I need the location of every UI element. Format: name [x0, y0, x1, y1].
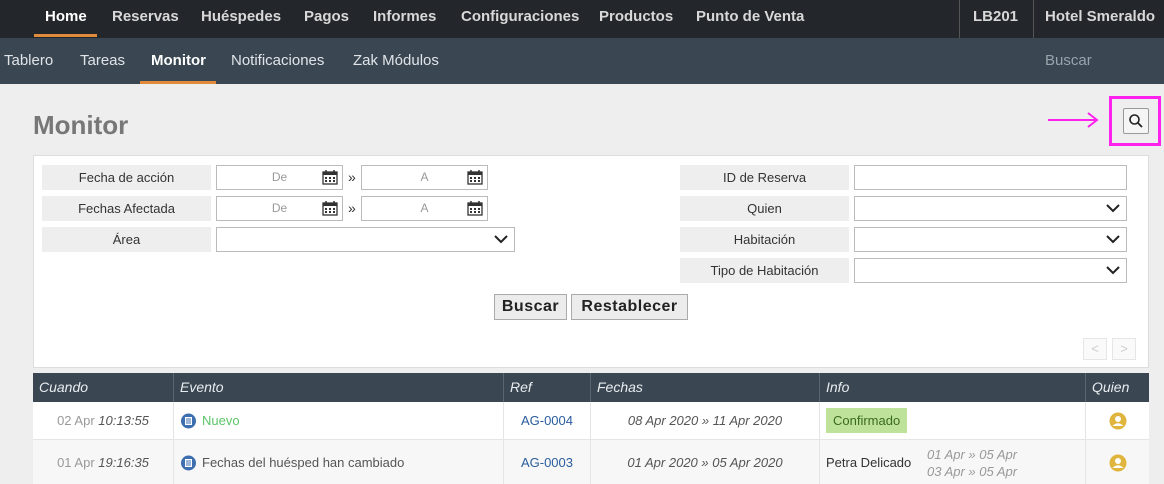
nav-informes[interactable]: Informes — [373, 0, 436, 38]
cell-quien — [1086, 440, 1149, 484]
nav-configuraciones[interactable]: Configuraciones — [461, 0, 579, 38]
info-dates-old: 01 Apr » 05 Apr — [927, 447, 1018, 462]
label-id-reserva: ID de Reserva — [680, 165, 849, 190]
th-evento[interactable]: Evento — [174, 373, 504, 402]
fechas-afectada-from-input[interactable]: De — [216, 196, 343, 221]
chevron-down-icon — [1106, 204, 1120, 213]
subnav-tablero[interactable]: Tablero — [4, 38, 53, 84]
nav-reservas[interactable]: Reservas — [112, 0, 179, 38]
label-fechas-afectada: Fechas Afectada — [42, 196, 211, 221]
event-label: Fechas del huésped han cambiado — [202, 455, 405, 470]
nav-active-underline — [34, 34, 97, 37]
placeholder-text: A — [420, 170, 429, 184]
calendar-icon[interactable] — [467, 169, 483, 185]
label-tipo-habitacion: Tipo de Habitación — [680, 258, 849, 283]
nav-separator — [959, 0, 960, 38]
th-info[interactable]: Info — [820, 373, 1086, 402]
status-badge: Confirmado — [826, 408, 908, 433]
guest-name: Petra Delicado — [826, 455, 912, 470]
th-ref[interactable]: Ref — [504, 373, 591, 402]
area-select[interactable] — [216, 227, 515, 252]
subnav-notificaciones[interactable]: Notificaciones — [231, 38, 324, 84]
document-icon — [181, 455, 196, 470]
subnav-tareas[interactable]: Tareas — [80, 38, 125, 84]
cell-cuando: 01 Apr 19:16:35 — [33, 440, 174, 484]
restablecer-button[interactable]: Restablecer — [571, 294, 688, 320]
cell-ref: AG-0003 — [504, 440, 591, 484]
range-separator: » — [348, 169, 356, 185]
fecha-accion-to-input[interactable]: A — [361, 165, 488, 190]
calendar-icon[interactable] — [322, 200, 338, 216]
top-nav: Home Reservas Huéspedes Pagos Informes C… — [0, 0, 1164, 38]
sub-nav: Tablero Tareas Monitor Notificaciones Za… — [0, 38, 1164, 84]
nav-hotel[interactable]: Hotel Smeraldo — [1045, 0, 1155, 38]
subnav-active-underline — [140, 81, 216, 84]
buscar-button[interactable]: Buscar — [494, 294, 567, 320]
event-day: 02 Apr — [57, 413, 95, 428]
next-page-button[interactable]: > — [1112, 338, 1136, 360]
label-habitacion: Habitación — [680, 227, 849, 252]
label-quien: Quien — [680, 196, 849, 221]
th-fechas[interactable]: Fechas — [591, 373, 820, 402]
fecha-accion-from-input[interactable]: De — [216, 165, 343, 190]
label-fecha-accion: Fecha de acción — [42, 165, 211, 190]
nav-room[interactable]: LB201 — [973, 0, 1018, 38]
calendar-icon[interactable] — [322, 169, 338, 185]
chevron-down-icon — [1106, 266, 1120, 275]
cell-fechas: 01 Apr 2020 » 05 Apr 2020 — [591, 440, 820, 484]
tipo-habitacion-select[interactable] — [854, 258, 1127, 283]
nav-huespedes[interactable]: Huéspedes — [201, 0, 281, 38]
global-search-input[interactable]: Buscar — [1045, 38, 1092, 84]
label-area: Área — [42, 227, 211, 252]
info-dates-new: 03 Apr » 05 Apr — [927, 464, 1018, 479]
chevron-down-icon — [1106, 235, 1120, 244]
cell-fechas: 08 Apr 2020 » 11 Apr 2020 — [591, 402, 820, 439]
prev-page-button[interactable]: < — [1083, 338, 1107, 360]
event-dates: 01 Apr 2020 » 05 Apr 2020 — [627, 455, 783, 470]
nav-punto-de-venta[interactable]: Punto de Venta — [696, 0, 804, 38]
calendar-icon[interactable] — [467, 200, 483, 216]
document-icon — [181, 413, 196, 428]
nav-pagos[interactable]: Pagos — [304, 0, 349, 38]
table-header: Cuando Evento Ref Fechas Info Quien — [33, 373, 1149, 402]
reservation-link[interactable]: AG-0003 — [521, 455, 573, 470]
event-dates: 08 Apr 2020 » 11 Apr 2020 — [627, 413, 783, 428]
nav-home[interactable]: Home — [45, 0, 87, 38]
toggle-search-button[interactable] — [1123, 108, 1149, 134]
cell-evento: Fechas del huésped han cambiado — [174, 440, 504, 484]
event-label: Nuevo — [202, 413, 240, 428]
cell-cuando: 02 Apr 10:13:55 — [33, 402, 174, 439]
user-avatar-icon[interactable] — [1109, 454, 1127, 472]
event-day: 01 Apr — [57, 455, 95, 470]
quien-select[interactable] — [854, 196, 1127, 221]
placeholder-text: De — [271, 201, 288, 215]
page-title: Monitor — [33, 110, 129, 140]
search-icon — [1129, 114, 1143, 128]
placeholder-text: De — [271, 170, 288, 184]
arrow-annotation-icon — [1048, 112, 1099, 128]
cell-info: Confirmado — [820, 402, 1086, 439]
th-cuando[interactable]: Cuando — [33, 373, 174, 402]
nav-separator — [1033, 0, 1034, 38]
event-time: 10:13:55 — [98, 413, 149, 428]
id-reserva-input[interactable] — [854, 165, 1127, 190]
placeholder-text: A — [420, 201, 429, 215]
th-quien[interactable]: Quien — [1086, 373, 1149, 402]
cell-evento: Nuevo — [174, 402, 504, 439]
event-time: 19:16:35 — [98, 455, 149, 470]
subnav-monitor[interactable]: Monitor — [151, 38, 206, 84]
habitacion-select[interactable] — [854, 227, 1127, 252]
range-separator: » — [348, 200, 356, 216]
cell-ref: AG-0004 — [504, 402, 591, 439]
subnav-zak-modulos[interactable]: Zak Módulos — [353, 38, 439, 84]
user-avatar-icon[interactable] — [1109, 412, 1127, 430]
reservation-link[interactable]: AG-0004 — [521, 413, 573, 428]
chevron-down-icon — [494, 235, 508, 244]
fechas-afectada-to-input[interactable]: A — [361, 196, 488, 221]
cell-quien — [1086, 402, 1149, 439]
nav-productos[interactable]: Productos — [599, 0, 673, 38]
table-row[interactable]: 02 Apr 10:13:55 Nuevo AG-0004 08 Apr 202… — [33, 402, 1149, 440]
